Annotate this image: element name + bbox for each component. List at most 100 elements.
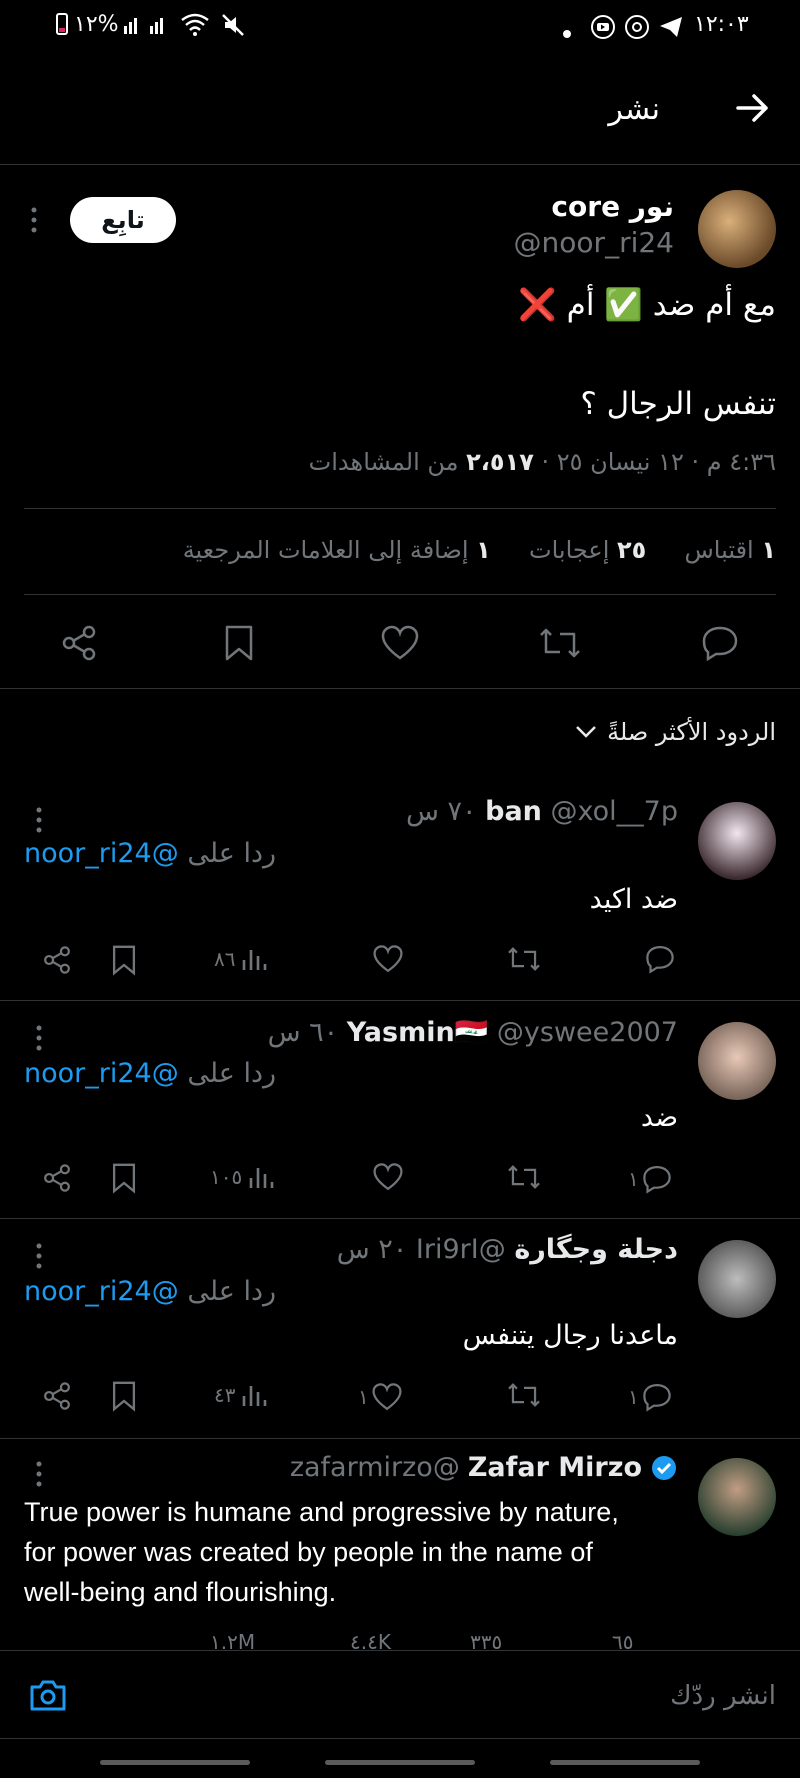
bookmark-icon[interactable] [110, 1162, 138, 1194]
bookmarks-stat[interactable]: ١ إضافة إلى العلامات المرجعية [183, 536, 491, 564]
like-icon[interactable] [372, 944, 404, 974]
reply-time: ٦٠ س [267, 1017, 339, 1048]
reply-header: Yasmin🇮🇶 @yswee2007 ٦٠ س [268, 1016, 678, 1048]
nav-pill-home[interactable] [325, 1760, 475, 1765]
ad-views[interactable]: ١.٢M [210, 1630, 255, 1650]
retweet-icon[interactable] [506, 1380, 542, 1410]
share-icon[interactable] [60, 624, 98, 662]
dot-icon [562, 20, 572, 45]
analytics-icon [248, 1164, 274, 1190]
verified-badge-icon [650, 1454, 678, 1482]
reply-text: ضد [640, 1102, 678, 1133]
retweet-icon[interactable] [538, 624, 582, 662]
more-options-icon[interactable] [35, 1024, 43, 1052]
like-icon[interactable] [380, 624, 420, 662]
reply-header: دجلة وجگارة @Iri9rI ٢٠ س [337, 1234, 678, 1265]
bookmark-icon[interactable] [110, 944, 138, 976]
chevron-down-icon [575, 725, 597, 739]
more-options-icon[interactable] [35, 1242, 43, 1270]
reply-text: ضد اكيد [589, 884, 678, 915]
reply-author-name[interactable]: دجلة وجگارة [514, 1234, 678, 1265]
more-options-icon[interactable] [35, 1460, 43, 1488]
tweet-text-line2: تنفس الرجال ؟ [580, 386, 776, 422]
top-bar: نشر [0, 52, 800, 165]
more-options-icon[interactable] [30, 206, 38, 234]
follow-button[interactable]: تابِع [70, 197, 176, 243]
back-arrow-icon[interactable] [732, 88, 772, 128]
tweet-stats: ١ اقتباس ٢٥ إعجابات ١ إضافة إلى العلامات… [183, 536, 776, 564]
reply-time: ٢٠ س [336, 1234, 408, 1265]
app-icon [624, 14, 650, 46]
reply-icon[interactable] [644, 944, 676, 974]
reply-author-name[interactable]: Yasmin🇮🇶 [347, 1017, 489, 1048]
ad-replies[interactable]: ٦٥ [612, 1630, 633, 1650]
mute-icon [220, 12, 246, 44]
reply-action-row: ١٠٥ ١ [0, 1162, 800, 1198]
reply-header: ban @xol__7p ٧٠ س [406, 796, 678, 827]
reply-action-row: ٨٦ [0, 944, 800, 980]
likes-stat[interactable]: ٢٥ إعجابات [529, 536, 646, 564]
share-icon[interactable] [42, 944, 72, 976]
views-button[interactable]: ٨٦ [214, 946, 267, 972]
mention-link[interactable]: @noor_ri24 [24, 1276, 179, 1307]
status-time: ١٢:٠٣ [694, 12, 749, 37]
author-name[interactable]: نور core [551, 190, 674, 223]
replies-filter[interactable]: الردود الأكثر صلةً [575, 718, 776, 746]
analytics-icon [241, 946, 267, 972]
ad-text: True power is humane and progressive by … [24, 1497, 619, 1607]
reply-avatar[interactable] [698, 1240, 776, 1318]
signal-icon [124, 14, 172, 42]
mention-link[interactable]: @noor_ri24 [24, 1058, 179, 1089]
reply-author-handle[interactable]: @Iri9rI [416, 1234, 506, 1265]
nav-pill-right [550, 1760, 700, 1765]
quotes-stat[interactable]: ١ اقتباس [684, 536, 776, 564]
like-icon[interactable] [372, 1162, 404, 1192]
battery-percent: ١٢% [74, 12, 119, 37]
reply-button[interactable]: ١ [628, 1382, 673, 1412]
retweet-icon[interactable] [506, 1162, 542, 1192]
ad-author-name[interactable]: Zafar Mirzo [468, 1452, 642, 1483]
reply-input[interactable]: انشر ردّك [670, 1681, 776, 1711]
bookmark-icon[interactable] [110, 1380, 138, 1412]
ad-likes[interactable]: ٤.٤K [350, 1630, 391, 1650]
tweet-timestamp: ٤:٣٦ م · ١٢ نيسان ٢٥ · [533, 448, 777, 476]
reply-composer: انشر ردّك [0, 1650, 800, 1741]
author-avatar[interactable] [698, 190, 776, 268]
reply-text: ماعدنا رجال يتنفس [462, 1320, 678, 1351]
more-options-icon[interactable] [35, 806, 43, 834]
ad-author-handle[interactable]: @zafarmirzo [290, 1452, 460, 1483]
views-label: من المشاهدات [308, 448, 467, 476]
reply-avatar[interactable] [698, 802, 776, 880]
author-handle[interactable]: @noor_ri24 [514, 226, 674, 259]
like-button[interactable]: ١ [358, 1382, 403, 1412]
ad-avatar[interactable] [698, 1458, 776, 1536]
reply-replying-to: ردا على @noor_ri24 [24, 1058, 277, 1089]
bookmark-icon[interactable] [222, 624, 256, 662]
reply-icon [641, 1164, 673, 1194]
reply-action-row: ٤٣ ١ ١ [0, 1380, 800, 1416]
share-icon[interactable] [42, 1162, 72, 1194]
reply-author-handle[interactable]: @yswee2007 [497, 1017, 678, 1048]
analytics-icon [241, 1382, 267, 1408]
wifi-icon [180, 12, 210, 42]
tweet-text-line1: مع أم ضد ✅ أم ❌ [518, 287, 776, 323]
reply-icon[interactable] [700, 624, 740, 662]
reply-button[interactable]: ١ [628, 1164, 673, 1194]
reply-replying-to: ردا على @noor_ri24 [24, 838, 277, 869]
reply-avatar[interactable] [698, 1022, 776, 1100]
camera-icon[interactable] [28, 1677, 68, 1713]
share-icon[interactable] [42, 1380, 72, 1412]
views-button[interactable]: ١٠٥ [210, 1164, 274, 1190]
telegram-icon [658, 14, 684, 46]
views-count: ٢،٥١٧ [466, 448, 534, 476]
battery-icon [56, 12, 68, 42]
ad-header: Zafar Mirzo @zafarmirzo [290, 1452, 678, 1483]
mention-link[interactable]: @noor_ri24 [24, 838, 179, 869]
retweet-icon[interactable] [506, 944, 542, 974]
ad-retweets[interactable]: ٣٣٥ [470, 1630, 502, 1650]
nav-pill-left [100, 1760, 250, 1765]
reply-icon [641, 1382, 673, 1412]
views-button[interactable]: ٤٣ [214, 1382, 267, 1408]
reply-author-handle[interactable]: @xol__7p [551, 796, 679, 827]
reply-author-name[interactable]: ban [485, 796, 542, 827]
